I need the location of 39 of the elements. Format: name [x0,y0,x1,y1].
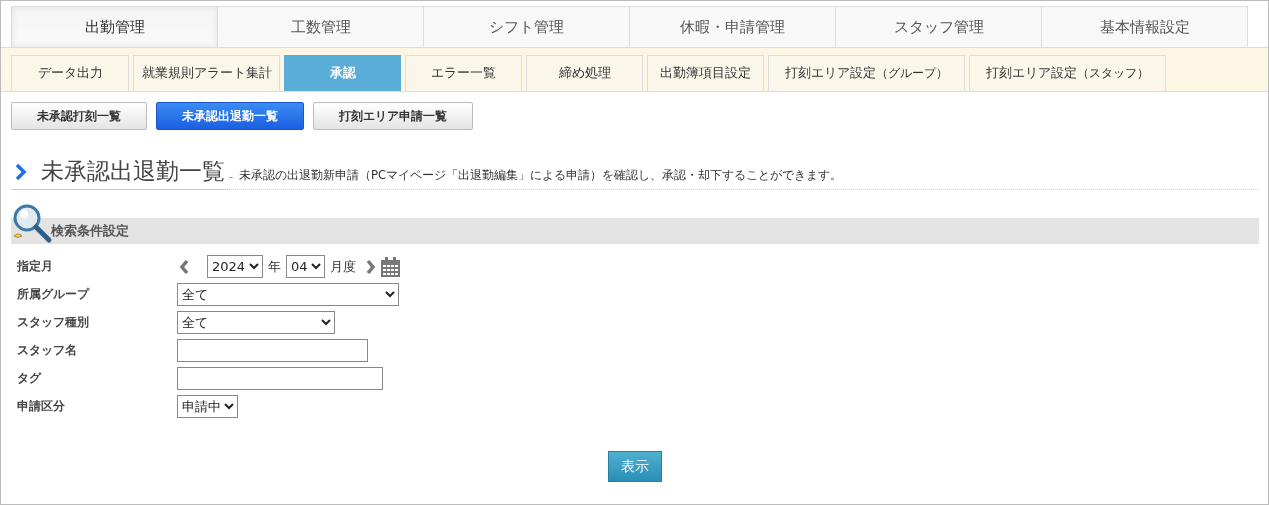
field-label: スタッフ種別 [17,315,90,330]
field-label: 指定月 [17,259,54,274]
page-title: 未承認出退勤一覧 [41,157,225,186]
sub-tab[interactable]: エラー一覧 [405,55,522,91]
text-field[interactable] [177,339,368,362]
nav-tab[interactable]: 基本情報設定 [1041,6,1248,47]
section-title: 検索条件設定 [51,222,129,240]
sub-tab[interactable]: データ出力 [11,55,129,91]
view-button[interactable]: 打刻エリア申請一覧 [313,102,473,130]
year-select[interactable]: 2024 [207,255,263,278]
sub-tab[interactable]: 打刻エリア設定（グループ） [768,55,965,91]
sub-tab[interactable]: 就業規則アラート集計 [133,55,280,91]
chevron-icon [15,162,27,181]
field-label: タグ [17,371,43,386]
text-field[interactable] [177,367,383,390]
nav-tab[interactable]: スタッフ管理 [835,6,1042,47]
month-select[interactable]: 04 [286,255,325,278]
calendar-icon[interactable] [381,256,400,277]
dropdown[interactable]: 全て [177,311,335,334]
field-label: 申請区分 [17,399,66,414]
page-description: 未承認の出退勤新申請（PCマイページ「出退勤編集」による申請）を確認し、承認・却下することができます。 [239,168,842,184]
view-button[interactable]: 未承認出退勤一覧 [156,102,304,130]
field-label: スタッフ名 [17,343,78,358]
sub-tab[interactable]: 打刻エリア設定（スタッフ） [969,55,1166,91]
dropdown[interactable]: 全て [177,283,399,306]
nav-tab[interactable]: 出勤管理 [11,6,218,47]
previous-icon[interactable] [179,258,190,275]
year-unit: 年 [268,257,281,276]
month-unit: 月度 [330,257,356,276]
field-label: 所属グループ [17,287,91,302]
dropdown[interactable]: 申請中 [177,395,238,418]
sub-tab[interactable]: 締め処理 [526,55,643,91]
view-button[interactable]: 未承認打刻一覧 [11,102,147,130]
nav-tab[interactable]: シフト管理 [423,6,630,47]
next-icon[interactable] [365,258,376,275]
separator: - [229,170,233,185]
sub-tab[interactable]: 出勤簿項目設定 [647,55,764,91]
nav-tab[interactable]: 休暇・申請管理 [629,6,836,47]
nav-tab[interactable]: 工数管理 [217,6,424,47]
